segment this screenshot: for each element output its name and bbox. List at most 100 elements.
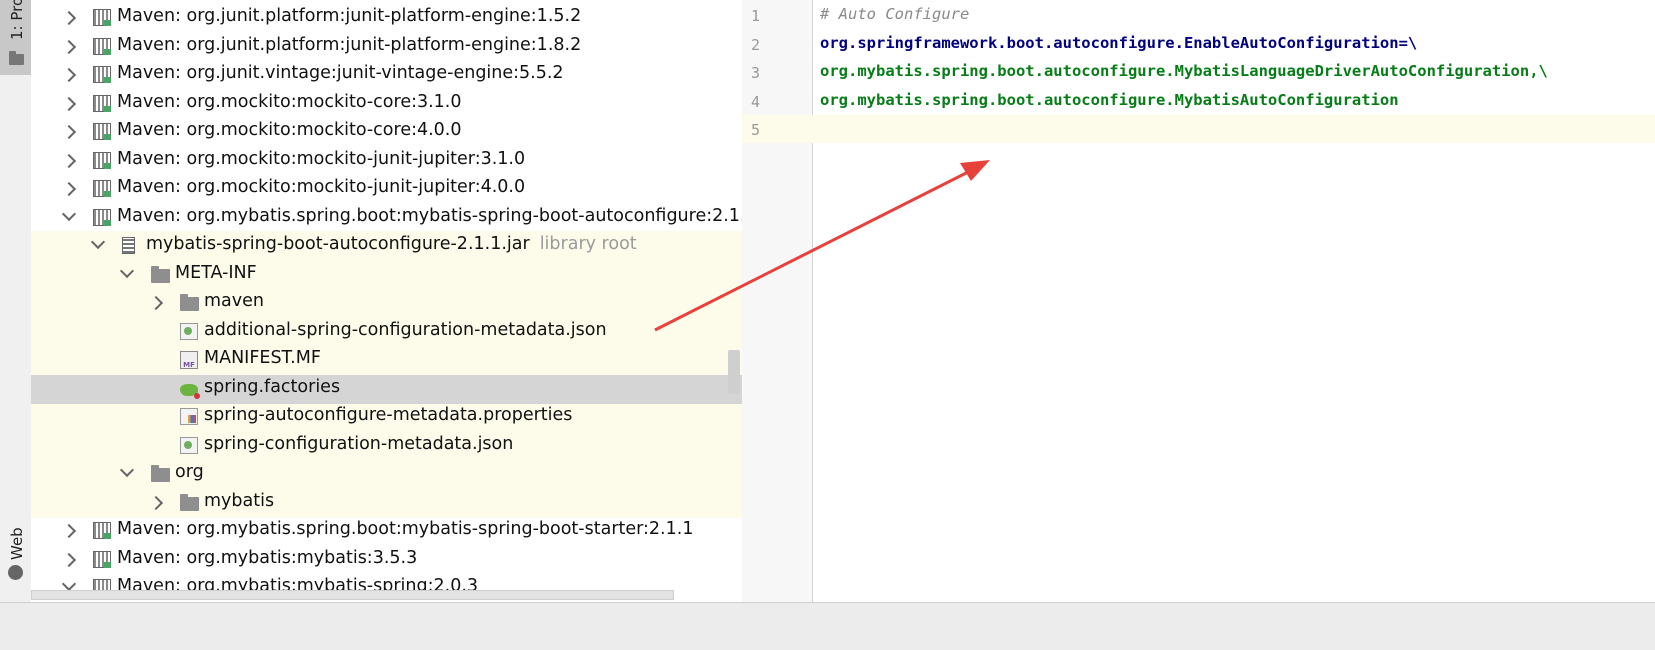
property-value: org.mybatis.spring.boot.autoconfigure.My… [820, 90, 1399, 109]
chevron-down-icon[interactable] [90, 234, 106, 250]
chevron-right-icon[interactable] [61, 67, 77, 83]
tree-row-label: mybatis-spring-boot-autoconfigure-2.1.1.… [146, 234, 637, 254]
code-line[interactable]: 5 [742, 115, 1655, 143]
chevron-right-icon[interactable] [148, 495, 164, 510]
property-key: org.springframework.boot.autoconfigure.E… [820, 33, 1399, 52]
tool-window-strip: 1: Pro Web orites [0, 0, 32, 649]
chevron-right-icon[interactable] [61, 96, 77, 111]
tree-row[interactable]: Maven: org.mockito:mockito-core:4.0.0 [31, 117, 783, 147]
tree-row-label: Maven: org.mybatis:mybatis:3.5.3 [117, 547, 418, 568]
json-file-icon [180, 436, 198, 454]
tree-row[interactable]: Maven: org.mybatis:mybatis:3.5.3 [31, 545, 783, 575]
tree-row-label: Maven: org.mockito:mockito-junit-jupiter… [117, 177, 526, 197]
chevron-right-icon[interactable] [61, 552, 77, 567]
chevron-right-icon[interactable] [61, 523, 77, 539]
project-tool-tab[interactable]: 1: Pro [0, 0, 31, 75]
tree-vertical-scrollbar[interactable] [728, 350, 740, 394]
tree-row[interactable]: mybatis-spring-boot-autoconfigure-2.1.1.… [31, 231, 783, 261]
tree-horizontal-scrollbar[interactable] [31, 590, 674, 600]
jar-icon [122, 237, 135, 254]
code-text: org.mybatis.spring.boot.autoconfigure.My… [820, 91, 1399, 109]
line-number: 1 [751, 7, 761, 25]
tree-row[interactable]: MF MANIFEST.MF [31, 345, 783, 375]
manifest-file-icon: MF [180, 351, 198, 369]
chevron-down-icon[interactable] [119, 462, 135, 478]
library-icon [93, 522, 111, 539]
tree-row[interactable]: Maven: org.junit.platform:junit-platform… [31, 3, 783, 33]
tree-row[interactable]: Maven: org.mybatis.spring.boot:mybatis-s… [31, 203, 783, 233]
folder-icon [151, 465, 170, 482]
tree-row-label: spring-configuration-metadata.json [204, 433, 514, 454]
code-line[interactable]: 4 org.mybatis.spring.boot.autoconfigure.M… [742, 87, 1655, 115]
line-number: 2 [751, 35, 761, 54]
library-icon [93, 151, 111, 169]
folder-icon [9, 51, 24, 65]
line-number: 4 [751, 92, 761, 111]
project-tree[interactable]: Maven: org.mybatis:mybatis-spring:2.0.3 M… [31, 0, 783, 622]
web-tab-label: Web [8, 527, 26, 560]
code-line[interactable]: 1 # Auto Configure [742, 1, 1655, 29]
library-icon [93, 208, 111, 226]
code-text: org.mybatis.spring.boot.autoconfigure.My… [820, 62, 1548, 80]
tree-row-label: Maven: org.mockito:mockito-core:4.0.0 [117, 120, 462, 140]
json-file-icon [180, 322, 198, 340]
tree-row-label: META-INF [175, 262, 257, 283]
tree-row-label: Maven: org.mybatis.spring.boot:mybatis-s… [117, 519, 694, 539]
chevron-right-icon[interactable] [61, 39, 77, 54]
tree-row-label: spring.factories [204, 376, 341, 397]
folder-icon [180, 294, 199, 311]
chevron-down-icon[interactable] [61, 576, 77, 592]
chevron-right-icon[interactable] [148, 295, 164, 311]
chevron-right-icon[interactable] [61, 10, 77, 26]
tree-row[interactable]: Maven: org.mybatis.spring.boot:mybatis-s… [31, 516, 783, 546]
chevron-right-icon[interactable] [61, 153, 77, 168]
chevron-down-icon[interactable] [61, 206, 77, 221]
tree-row-label: Maven: org.junit.platform:junit-platform… [117, 6, 582, 26]
library-icon [93, 180, 111, 197]
code-editor[interactable]: 1 # Auto Configure 2 org.springframework.bo… [742, 0, 1655, 602]
chevron-down-icon[interactable] [119, 263, 135, 278]
tree-row[interactable]: META-INF [31, 259, 783, 290]
library-icon [93, 94, 111, 112]
tree-row-label: Maven: org.mybatis.spring.boot:mybatis-s… [117, 205, 757, 226]
tree-row[interactable]: maven [31, 288, 783, 318]
code-text: org.springframework.boot.autoconfigure.E… [820, 34, 1417, 52]
line-number: 3 [751, 64, 761, 82]
status-bar [0, 602, 1655, 650]
tree-row[interactable]: Maven: org.mockito:mockito-junit-jupiter… [31, 174, 783, 204]
tree-row-label: Maven: org.mockito:mockito-core:3.1.0 [117, 91, 462, 112]
tree-row[interactable]: org [31, 459, 783, 489]
tree-row[interactable]: additional-spring-configuration-metadata… [31, 316, 783, 347]
line-number: 5 [751, 121, 761, 139]
tree-row[interactable]: spring-configuration-metadata.json [31, 430, 783, 461]
code-text: # Auto Configure [820, 5, 969, 23]
tree-row-label: additional-spring-configuration-metadata… [204, 319, 607, 340]
folder-icon [151, 265, 170, 283]
folder-icon [180, 493, 199, 511]
tree-row[interactable]: Maven: org.junit.platform:junit-platform… [31, 32, 783, 62]
tree-row-label: spring-autoconfigure-metadata.properties [204, 405, 573, 425]
code-line[interactable]: 3 org.mybatis.spring.boot.autoconfigure.M… [742, 58, 1655, 86]
tree-row[interactable]: Maven: org.junit.vintage:junit-vintage-e… [31, 60, 783, 90]
property-key: =\ [1398, 33, 1418, 52]
tree-row[interactable]: spring.factories [31, 373, 783, 404]
chevron-right-icon[interactable] [61, 124, 77, 140]
library-icon [93, 37, 111, 55]
property-value: org.mybatis.spring.boot.autoconfigure.My… [820, 62, 1548, 80]
tree-row-label: mybatis [204, 490, 275, 511]
library-icon [93, 66, 111, 83]
tree-row[interactable]: Maven: org.mockito:mockito-junit-jupiter… [31, 146, 783, 176]
tree-row[interactable]: mybatis [31, 487, 783, 518]
tree-row[interactable]: spring-autoconfigure-metadata.properties [31, 402, 783, 432]
tree-row[interactable]: Maven: org.mockito:mockito-core:3.1.0 [31, 89, 783, 119]
library-icon [93, 123, 111, 140]
spring-factories-icon [180, 383, 200, 399]
tree-row-label: MANIFEST.MF [204, 348, 321, 368]
code-line[interactable]: 2 org.springframework.boot.autoconfigure.… [742, 30, 1655, 58]
library-icon [93, 9, 111, 26]
tree-row-label: Maven: org.junit.platform:junit-platform… [117, 34, 582, 55]
web-icon [8, 565, 23, 580]
chevron-right-icon[interactable] [61, 181, 77, 197]
tree-row-label: org [175, 462, 204, 482]
code-comment: # Auto Configure [820, 5, 970, 23]
